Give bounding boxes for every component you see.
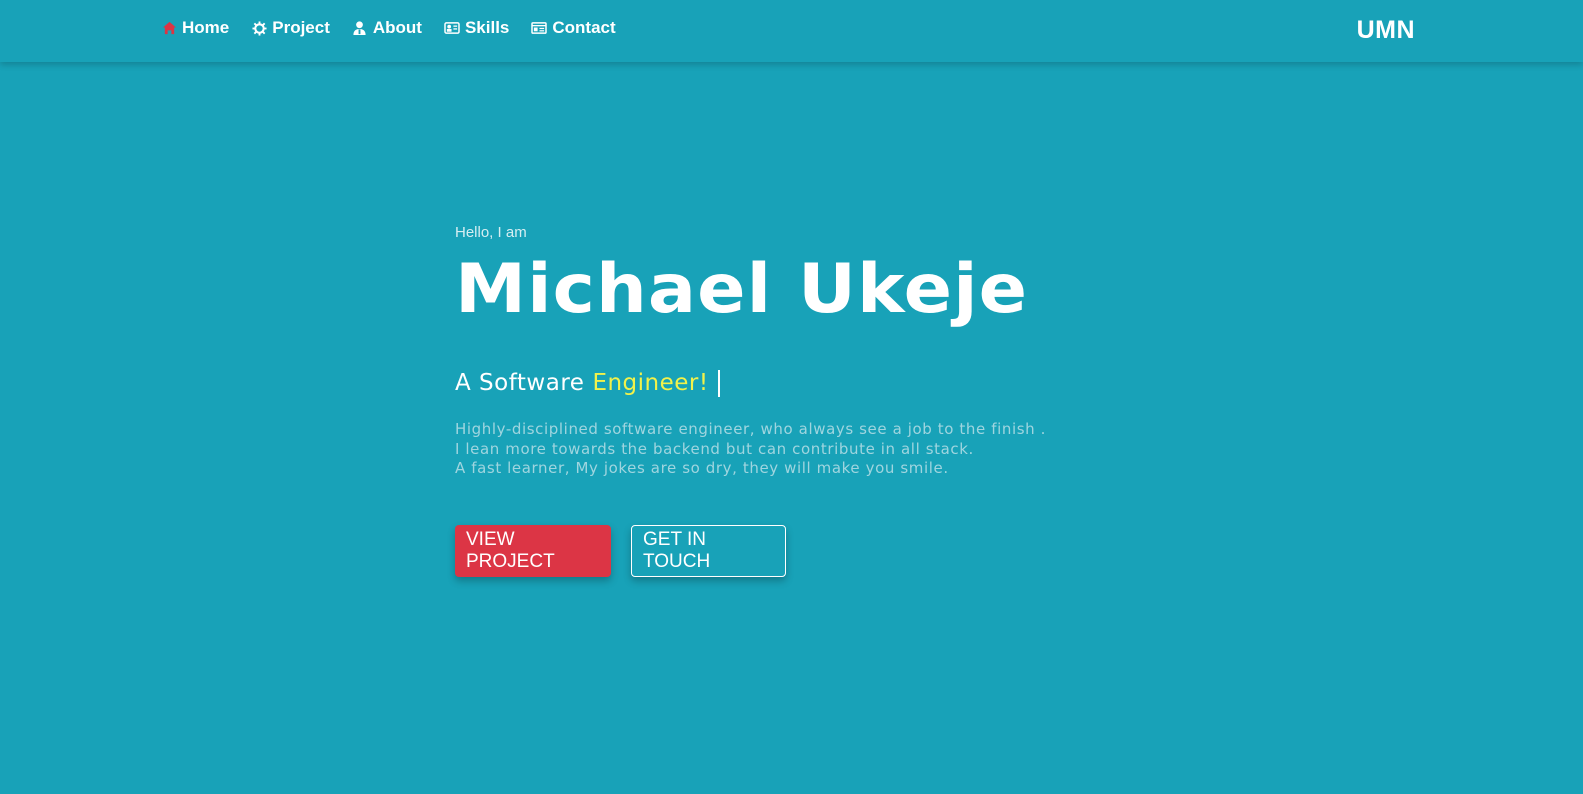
skills-icon <box>444 20 460 36</box>
tagline-role: Engineer! <box>592 370 709 396</box>
tagline-prefix: A Software <box>455 370 585 396</box>
get-in-touch-button[interactable]: GET IN TOUCH <box>631 524 786 577</box>
navbar: Home Project About Skills Contact UMN <box>0 0 1583 62</box>
person-icon <box>352 20 368 36</box>
hero-section: Hello, I am Michael Ukeje A Software Eng… <box>455 224 1155 577</box>
typing-caret <box>717 369 720 397</box>
bio-line: I lean more towards the backend but can … <box>455 439 974 458</box>
nav-item-label: About <box>372 18 422 37</box>
nav-item-skills[interactable]: Skills <box>444 16 509 40</box>
nav-links: Home Project About Skills Contact <box>161 16 638 40</box>
view-project-button[interactable]: VIEW PROJECT <box>455 524 611 577</box>
nav-item-home[interactable]: Home <box>161 16 229 40</box>
hero-tagline: A Software Engineer! <box>455 368 1155 398</box>
nav-item-label: Project <box>272 18 330 37</box>
nav-item-label: Skills <box>464 18 510 37</box>
gear-icon <box>251 20 267 36</box>
brand-logo[interactable]: UMN <box>1357 16 1415 45</box>
home-icon <box>161 20 177 36</box>
hero-bio: Highly-disciplined software engineer, wh… <box>455 420 1155 479</box>
hero-greeting: Hello, I am <box>455 224 527 241</box>
bio-line: A fast learner, My jokes are so dry, the… <box>455 459 949 477</box>
nav-item-contact[interactable]: Contact <box>531 16 616 40</box>
nav-item-about[interactable]: About <box>352 16 422 40</box>
nav-item-label: Contact <box>552 18 616 37</box>
nav-item-project[interactable]: Project <box>251 16 330 40</box>
hero-buttons: VIEW PROJECT GET IN TOUCH <box>455 524 1155 577</box>
hero-name: Michael Ukeje <box>455 250 1029 329</box>
nav-item-label: Home <box>182 18 230 37</box>
contact-card-icon <box>531 20 548 36</box>
bio-line: Highly-disciplined software engineer, wh… <box>455 420 1046 438</box>
